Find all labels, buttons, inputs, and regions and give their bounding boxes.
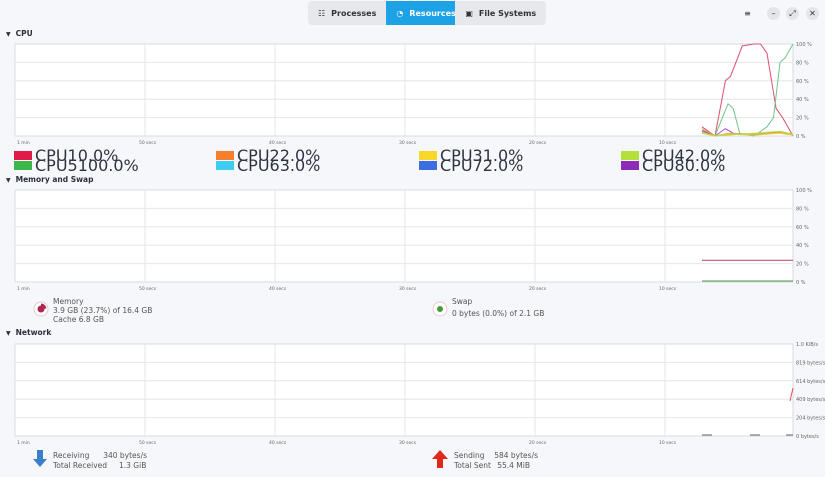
network-graph: 1.0 KiB/s 819 bytes/s 614 bytes/s 409 bytes… [14,342,825,446]
axis-tick-label: 60 % [796,79,809,85]
plot-area [14,343,794,437]
time-label: 40 secs [269,440,287,446]
plot-area [14,43,794,137]
time-label: 1 min [17,140,30,146]
color-swatch[interactable] [14,150,32,160]
axis-tick-label: 819 bytes/s [796,360,825,366]
expander-icon: ▼ [6,330,11,337]
time-label: 50 secs [139,140,157,146]
axis-tick-label: 60 % [796,225,809,231]
maximize-icon: ⤢ [789,8,796,18]
tab-resources[interactable]: ◔ Resources [386,1,456,25]
minimize-button[interactable]: – [767,7,780,20]
time-label: 30 secs [399,440,417,446]
axis-tick-label: 100 % [796,188,812,194]
axis-tick-label: 0 bytes/s [796,434,819,440]
color-swatch[interactable] [216,150,234,160]
color-swatch[interactable] [419,150,437,160]
memory-section-header[interactable]: ▼ Memory and Swap [6,175,93,184]
close-button[interactable]: ✕ [806,7,819,20]
cpu-legend-item[interactable]: CPU5 100.0% [14,156,139,175]
time-label: 40 secs [269,286,287,292]
hamburger-icon: ≡ [744,9,751,18]
plot-area [14,189,794,283]
cpu-legend-item[interactable]: CPU6 3.0% [216,156,320,175]
time-label: 10 secs [659,440,677,446]
receiving-legend: Receiving 340 bytes/s Total Received 1.3 G… [33,450,147,470]
time-label: 30 secs [399,286,417,292]
swap-pie-icon [432,301,448,317]
axis-tick-label: 409 bytes/s [796,397,825,403]
disk-icon: ▣ [465,8,473,18]
time-label: 1 min [17,440,30,446]
swap-legend: Swap 0 bytes (0.0%) of 2.1 GB [432,297,544,318]
time-label: 20 secs [529,140,547,146]
tab-file-systems[interactable]: ▣ File Systems [455,1,546,25]
axis-tick-label: 80 % [796,206,809,212]
network-section-header[interactable]: ▼ Network [6,328,51,337]
time-label: 50 secs [139,440,157,446]
color-swatch[interactable] [621,150,639,160]
axis-tick-label: 40 % [796,243,809,249]
axis-tick-label: 1.0 KiB/s [796,342,818,348]
expander-icon: ▼ [6,31,11,38]
time-label: 20 secs [529,440,547,446]
axis-tick-label: 80 % [796,60,809,66]
axis-tick-label: 20 % [796,262,809,268]
axis-tick-label: 614 bytes/s [796,379,825,385]
color-swatch[interactable] [216,160,234,170]
axis-tick-label: 0 % [796,280,806,286]
header-bar: ☷ Processes ◔ Resources ▣ File Systems ≡ – … [0,0,825,26]
memory-legend: Memory 3.9 GB (23.7%) of 16.4 GB Cache 6.8… [33,297,152,324]
maximize-button[interactable]: ⤢ [786,7,799,20]
close-icon: ✕ [809,9,816,18]
upload-arrow-icon [432,450,448,468]
minimize-icon: – [771,9,776,18]
cpu-section-header[interactable]: ▼ CPU [6,29,33,38]
cpu-legend-item[interactable]: CPU8 0.0% [621,156,725,175]
time-label: 10 secs [659,286,677,292]
color-swatch[interactable] [14,160,32,170]
view-switcher: ☷ Processes ◔ Resources ▣ File Systems [308,1,547,25]
tab-processes[interactable]: ☷ Processes [308,1,386,25]
axis-tick-label: 40 % [796,97,809,103]
color-swatch[interactable] [419,160,437,170]
time-label: 30 secs [399,140,417,146]
axis-tick-label: 20 % [796,116,809,122]
color-swatch[interactable] [621,160,639,170]
time-label: 1 min [17,286,30,292]
axis-tick-label: 100 % [796,42,812,48]
expander-icon: ▼ [6,177,11,184]
gauge-icon: ◔ [396,8,404,18]
list-icon: ☷ [318,8,326,18]
memory-pie-icon [33,301,49,317]
axis-tick-label: 204 bytes/s [796,416,825,422]
download-arrow-icon [33,450,47,467]
axis-tick-label: 0 % [796,134,806,140]
memory-graph: 100 % 80 % 60 % 40 % 20 % 0 % 1 min 50 secs 40 s… [14,188,812,292]
cpu-graph: 100 %80 %60 %40 %20 %0 %1 min 50 secs 40 s… [14,42,812,146]
time-label: 20 secs [529,286,547,292]
menu-button[interactable]: ≡ [741,7,754,20]
time-label: 50 secs [139,286,157,292]
cpu-legend-item[interactable]: CPU7 2.0% [419,156,523,175]
sending-legend: Sending 584 bytes/s Total Sent 55.4 MiB [432,450,538,470]
